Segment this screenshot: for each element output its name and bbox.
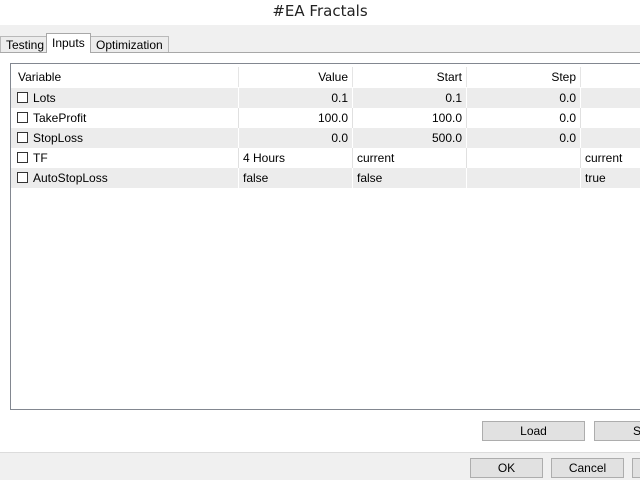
table-row[interactable]: TakeProfit 100.0 100.0 0.0	[11, 108, 640, 128]
variable-name: StopLoss	[33, 131, 84, 145]
inputs-dialog: Testing Inputs Optimization Variable Val…	[0, 25, 640, 480]
table-row[interactable]: AutoStopLoss false false true	[11, 168, 640, 188]
footer-divider	[0, 452, 640, 453]
step-cell[interactable]	[467, 148, 581, 168]
value-cell[interactable]: 4 Hours	[239, 148, 353, 168]
step-cell[interactable]: 0.0	[467, 128, 581, 148]
value-cell[interactable]: 100.0	[239, 108, 353, 128]
cancel-button[interactable]: Cancel	[551, 458, 624, 478]
load-button[interactable]: Load	[482, 421, 585, 441]
row-checkbox[interactable]	[17, 172, 28, 183]
start-cell[interactable]: false	[353, 168, 467, 188]
step-cell[interactable]	[467, 168, 581, 188]
value-cell[interactable]: 0.1	[239, 88, 353, 108]
column-header-value[interactable]: Value	[239, 67, 353, 87]
column-header-start[interactable]: Start	[353, 67, 467, 87]
table-header: Variable Value Start Step	[11, 67, 640, 87]
window-title: #EA Fractals	[0, 0, 640, 25]
ok-button[interactable]: OK	[470, 458, 543, 478]
table-row[interactable]: StopLoss 0.0 500.0 0.0	[11, 128, 640, 148]
tab-optimization[interactable]: Optimization	[90, 36, 169, 53]
inputs-table: Variable Value Start Step Lots 0.1 0.1 0…	[10, 63, 640, 410]
column-header-variable[interactable]: Variable	[11, 67, 239, 87]
variable-name: AutoStopLoss	[33, 171, 108, 185]
value-cell[interactable]: 0.0	[239, 128, 353, 148]
column-header-step[interactable]: Step	[467, 67, 581, 87]
variable-name: Lots	[33, 91, 56, 105]
start-cell[interactable]: 100.0	[353, 108, 467, 128]
step-cell[interactable]: 0.0	[467, 88, 581, 108]
table-row[interactable]: TF 4 Hours current current	[11, 148, 640, 168]
tab-inputs[interactable]: Inputs	[46, 33, 91, 53]
row-checkbox[interactable]	[17, 112, 28, 123]
start-cell[interactable]: 500.0	[353, 128, 467, 148]
tab-testing[interactable]: Testing	[0, 36, 51, 53]
save-button[interactable]: S	[594, 421, 640, 441]
row-checkbox[interactable]	[17, 92, 28, 103]
start-cell[interactable]: current	[353, 148, 467, 168]
inputs-panel: Variable Value Start Step Lots 0.1 0.1 0…	[0, 52, 640, 453]
step-cell[interactable]: 0.0	[467, 108, 581, 128]
stop-cell[interactable]	[581, 88, 640, 108]
start-cell[interactable]: 0.1	[353, 88, 467, 108]
row-checkbox[interactable]	[17, 132, 28, 143]
table-row[interactable]: Lots 0.1 0.1 0.0	[11, 88, 640, 108]
row-checkbox[interactable]	[17, 152, 28, 163]
stop-cell[interactable]: current	[581, 148, 640, 168]
column-header-stop[interactable]	[581, 67, 640, 87]
stop-cell[interactable]: true	[581, 168, 640, 188]
variable-name: TF	[33, 151, 48, 165]
value-cell[interactable]: false	[239, 168, 353, 188]
variable-name: TakeProfit	[33, 111, 87, 125]
stop-cell[interactable]	[581, 108, 640, 128]
stop-cell[interactable]	[581, 128, 640, 148]
reset-button[interactable]	[632, 458, 640, 478]
